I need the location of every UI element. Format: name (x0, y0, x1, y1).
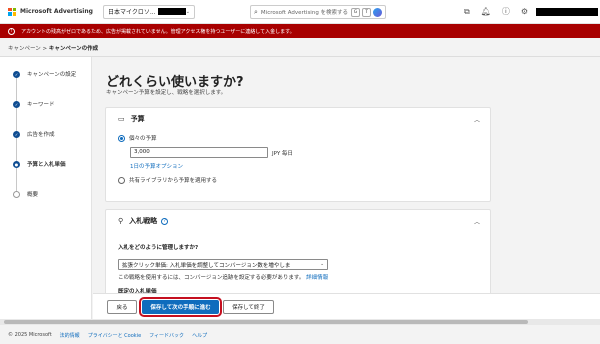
breadcrumb: キャンペーン > キャンペーンの作成 (8, 44, 98, 52)
budget-amount-input[interactable]: 3,000 (130, 147, 268, 158)
brand-logo[interactable]: Microsoft Advertising (8, 7, 93, 16)
bid-strategy-select[interactable]: 拡張クリック単価: 入札単価を調整してコンバージョン数を増やしま ⌄ (118, 259, 328, 270)
pending-step-icon (13, 190, 20, 198)
step-keywords[interactable]: ✓ キーワード (13, 100, 55, 108)
help-icon[interactable]: ? (161, 217, 169, 225)
step-label: 予算と入札単価 (27, 162, 66, 168)
bid-note: この戦略を使用するには、コンバージョン追跡を設定する必要があります。 詳細情報 (118, 273, 328, 281)
footer-link-help[interactable]: ヘルプ (192, 332, 207, 339)
redacted-user-name[interactable] (536, 8, 598, 16)
page-footer: © 2025 Microsoft 法的情報 プライバシーと Cookie フィー… (0, 326, 600, 344)
chevron-down-icon: ⌄ (185, 8, 190, 15)
budget-unit: JPY 毎日 (272, 151, 293, 157)
search-box[interactable]: ⌕ Microsoft Advertising を検索する G T (250, 5, 386, 19)
step-budget-and-bids[interactable]: ● 予算と入札単価 (13, 160, 66, 168)
wizard-steps: ✓ キャンペーンの設定 ✓ キーワード ✓ 広告を作成 ● 予算と入札単価 概要 (0, 57, 92, 319)
search-icon: ⌕ (254, 7, 258, 16)
radio-individual-budget[interactable]: 個々の予算 (118, 134, 157, 142)
radio-button[interactable] (118, 176, 125, 184)
bid-question-label: 入札をどのように管理しますか? (118, 245, 199, 251)
redacted-account-id (157, 8, 186, 15)
radio-label: 個々の予算 (129, 136, 157, 142)
scrollbar-thumb[interactable] (4, 320, 528, 324)
step-label: キーワード (27, 102, 55, 108)
breadcrumb-current: キャンペーンの作成 (48, 46, 99, 52)
top-icons: ⧉ 🔔︎ ⓘ ⚙ (464, 6, 528, 18)
chevron-up-icon[interactable]: ︿ (474, 217, 480, 226)
notification-bell-icon[interactable]: 🔔︎ (481, 6, 491, 18)
footer-link-legal[interactable]: 法的情報 (60, 332, 80, 339)
action-bar: 戻る 保存して次の手順に進む 保存して終了 (93, 293, 600, 319)
step-create-ads[interactable]: ✓ 広告を作成 (13, 130, 55, 138)
step-campaign-settings[interactable]: ✓ キャンペーンの設定 (13, 70, 76, 78)
error-icon: ! (8, 27, 15, 35)
step-label: 概要 (27, 192, 39, 198)
chevron-down-icon: ⌄ (320, 262, 324, 267)
brand-name: Microsoft Advertising (20, 8, 93, 15)
bid-card-title: 入札戦略 (129, 217, 158, 225)
bid-strategy-icon: ⚲ (118, 217, 124, 225)
search-placeholder: Microsoft Advertising を検索する (260, 10, 349, 16)
check-icon: ✓ (13, 130, 20, 138)
bid-card-header[interactable]: ⚲ 入札戦略 ? ︿ (106, 210, 490, 232)
shortcut-key: T (362, 7, 371, 17)
apps-icon[interactable]: ⧉ (464, 6, 470, 18)
daily-budget-options-link[interactable]: 1日の予算オプション (130, 162, 183, 170)
chevron-up-icon[interactable]: ︿ (474, 115, 480, 124)
banner-text: アカウントの残高がゼロであるため、広告が掲載されていません。管理アクセス権を持つ… (21, 28, 295, 35)
radio-shared-budget[interactable]: 共有ライブラリから予算を適用する (118, 176, 217, 184)
budget-card: ▭ 予算 ︿ 個々の予算 3,000 JPY 毎日 1日の予算オプション 共有ラ… (105, 107, 491, 202)
settings-gear-icon[interactable]: ⚙ (521, 6, 528, 18)
account-name: 日本マイクロソ... (107, 9, 156, 16)
help-icon[interactable]: ⓘ (502, 6, 510, 18)
radio-label: 共有ライブラリから予算を適用する (129, 178, 218, 184)
main-content: どれくらい使いますか? キャンペーン予算を設定し、戦略を選択します。 ▭ 予算 … (93, 57, 600, 319)
check-icon: ✓ (13, 70, 20, 78)
horizontal-scrollbar[interactable] (0, 319, 600, 325)
bid-note-text: この戦略を使用するには、コンバージョン追跡を設定する必要があります。 (118, 275, 305, 281)
wallet-icon: ▭ (118, 115, 125, 123)
save-and-next-button[interactable]: 保存して次の手順に進む (139, 297, 222, 317)
shortcut-key: G (350, 7, 361, 17)
check-icon: ✓ (13, 100, 20, 108)
breadcrumb-separator: > (40, 46, 49, 52)
save-and-exit-button[interactable]: 保存して終了 (223, 300, 274, 314)
copilot-icon[interactable] (373, 7, 382, 17)
step-label: 広告を作成 (27, 132, 55, 138)
radio-button[interactable] (118, 134, 125, 142)
account-switcher[interactable]: 日本マイクロソ... ⌄ (102, 4, 195, 19)
step-summary[interactable]: 概要 (13, 190, 38, 198)
keyboard-shortcut: G T (350, 7, 371, 17)
budget-card-title: 予算 (130, 115, 145, 123)
breadcrumb-parent[interactable]: キャンペーン (8, 46, 41, 52)
current-step-icon: ● (13, 160, 20, 168)
budget-card-header[interactable]: ▭ 予算 ︿ (106, 108, 490, 130)
footer-link-privacy[interactable]: プライバシーと Cookie (88, 332, 141, 339)
bid-strategy-value: 拡張クリック単価: 入札単価を調整してコンバージョン数を増やしま (122, 262, 291, 269)
microsoft-logo-icon (8, 7, 16, 16)
error-banner: ! アカウントの残高がゼロであるため、広告が掲載されていません。管理アクセス権を… (0, 24, 600, 38)
footer-link-feedback[interactable]: フィードバック (149, 332, 184, 339)
copyright: © 2025 Microsoft (8, 332, 52, 338)
learn-more-link[interactable]: 詳細情報 (306, 275, 328, 281)
page-subtitle: キャンペーン予算を設定し、戦略を選択します。 (106, 90, 227, 96)
back-button[interactable]: 戻る (107, 300, 137, 314)
step-label: キャンペーンの設定 (27, 72, 77, 78)
